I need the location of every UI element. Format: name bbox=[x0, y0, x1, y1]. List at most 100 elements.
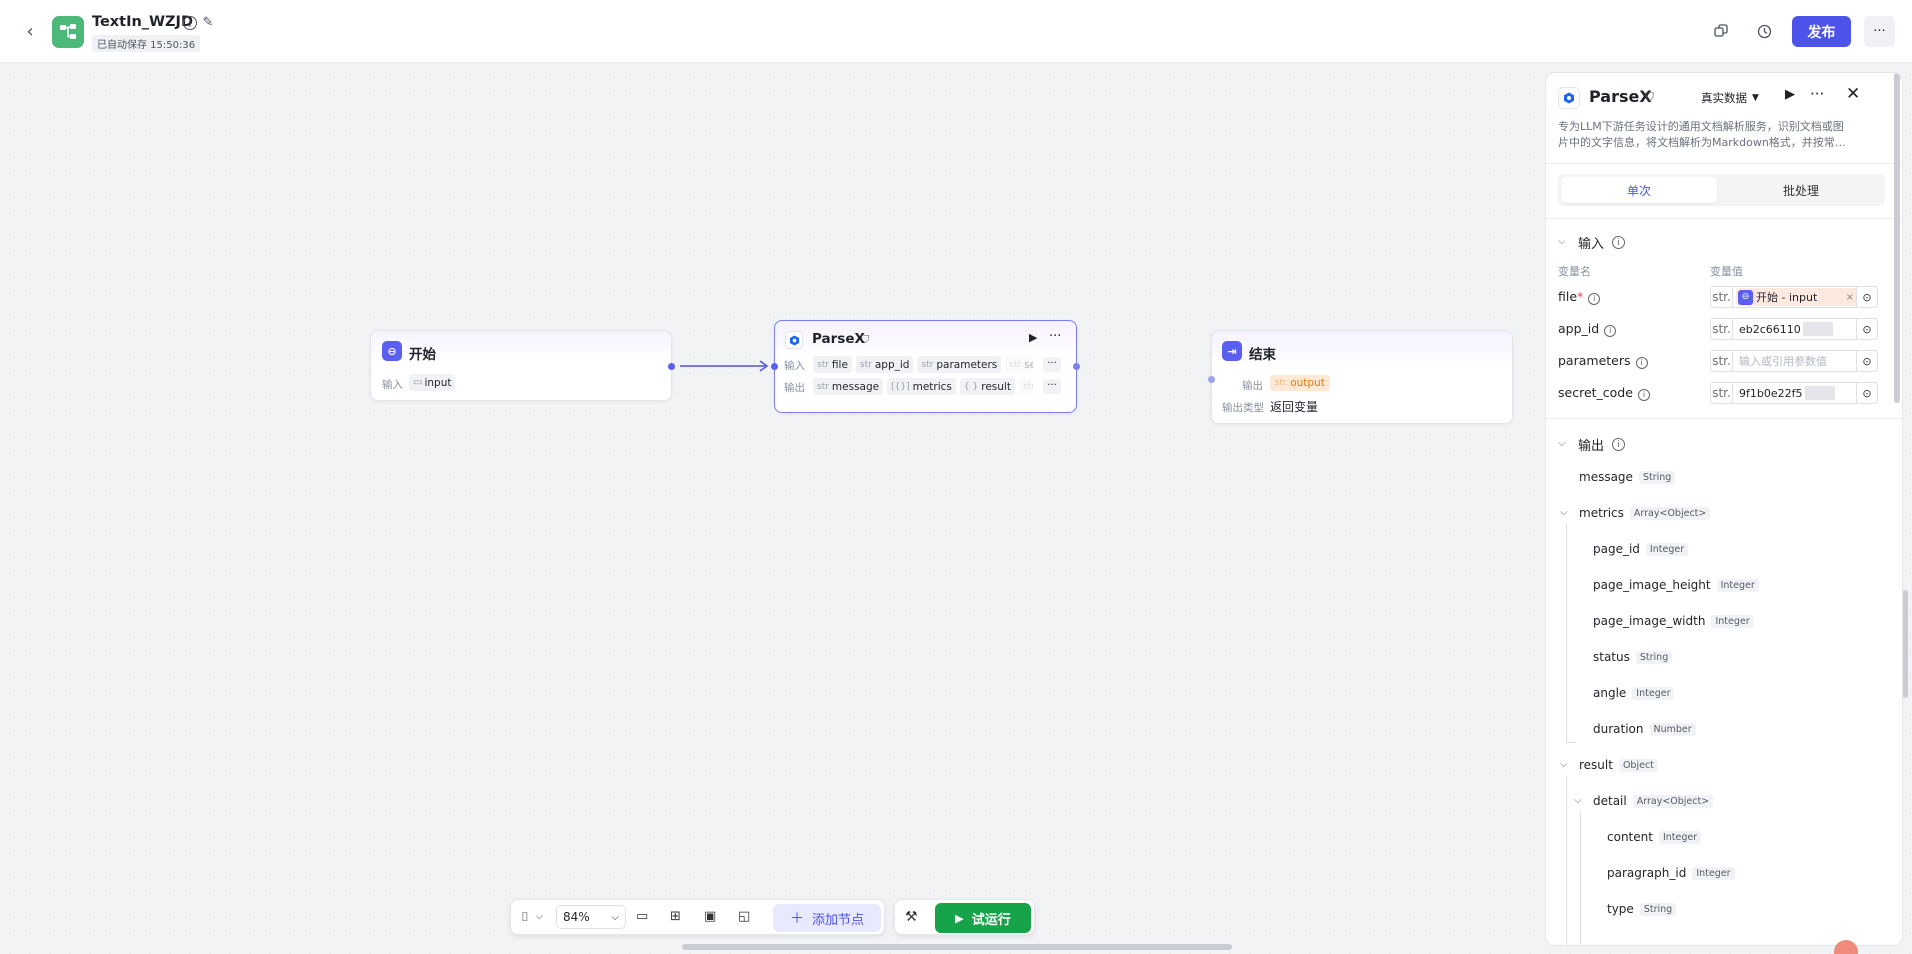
panel-run-icon[interactable]: ▶ bbox=[1785, 87, 1795, 102]
secret-code-value-field[interactable]: str. 9f1b0e22f5 ⊙ bbox=[1710, 382, 1878, 404]
output-tag-ve: strve bbox=[1018, 378, 1033, 395]
input-tag-app-id: str app_id bbox=[855, 356, 914, 373]
input-row-secret-code: secret_code i str. 9f1b0e22f5 ⊙ bbox=[1546, 382, 1902, 404]
output-tag-message: str message bbox=[813, 378, 884, 395]
panel-scrollbar[interactable] bbox=[1894, 73, 1900, 403]
parameters-ref-picker-icon[interactable]: ⊙ bbox=[1856, 350, 1878, 372]
input-row-app-id: app_id i str. eb2c66110 ⊙ bbox=[1546, 318, 1902, 340]
panel-more-icon[interactable]: ··· bbox=[1810, 85, 1824, 103]
output-page-image-height: page_image_height Integer bbox=[1593, 578, 1759, 592]
file-info-icon[interactable]: i bbox=[1588, 293, 1601, 305]
trial-run-button[interactable]: ▶ 试运行 bbox=[935, 903, 1031, 933]
parsex-node-icon bbox=[785, 331, 803, 349]
end-input-handle[interactable] bbox=[1208, 376, 1215, 383]
start-input-label: 输入 bbox=[382, 379, 403, 391]
clear-ref-icon[interactable]: × bbox=[1846, 292, 1854, 303]
node-config-panel: ParseX ⛉ 真实数据 ▼ ▶ ··· ✕ 专为LLM下游任务设计的通用文档解… bbox=[1545, 72, 1903, 946]
zoom-select[interactable]: 84% ⌵ bbox=[556, 905, 626, 929]
masked-value bbox=[1802, 322, 1833, 336]
parsex-output-handle[interactable] bbox=[1073, 363, 1080, 370]
data-mode-select[interactable]: 真实数据 ▼ bbox=[1701, 90, 1759, 106]
run-mode-tabs: 单次 批处理 bbox=[1558, 174, 1885, 206]
parsex-output-label: 输出 bbox=[784, 382, 805, 394]
metrics-chevron-icon[interactable]: ⌵ bbox=[1560, 507, 1568, 518]
input-tag-parameters: str parameters bbox=[917, 356, 1002, 373]
output-page-image-width: page_image_width Integer bbox=[1593, 614, 1754, 628]
col-var-value: 变量值 bbox=[1710, 265, 1743, 278]
tab-single[interactable]: 单次 bbox=[1561, 177, 1717, 203]
app-id-ref-picker-icon[interactable]: ⊙ bbox=[1856, 318, 1878, 340]
col-var-name: 变量名 bbox=[1558, 265, 1591, 278]
input-info-icon[interactable]: i bbox=[1612, 236, 1625, 249]
output-result: result Object bbox=[1579, 758, 1658, 772]
output-detail: detail Array<Object> bbox=[1593, 794, 1714, 808]
panel-description: 专为LLM下游任务设计的通用文档解析服务，识别文档或图 片中的文字信息，将文档解… bbox=[1558, 120, 1846, 149]
parsex-input-tags: strfile strapp_id strparameters strsec bbox=[813, 356, 1033, 373]
back-arrow-icon[interactable]: ‹ bbox=[20, 20, 40, 42]
mouse-mode-caret-icon[interactable]: ⌵ bbox=[536, 912, 543, 922]
app-id-value-field[interactable]: str. eb2c66110 ⊙ bbox=[1710, 318, 1878, 340]
comment-icon[interactable]: ▭ bbox=[636, 909, 648, 924]
mouse-mode-icon[interactable]: ⌷ bbox=[521, 910, 529, 925]
file-ref-picker-icon[interactable]: ⊙ bbox=[1856, 286, 1878, 308]
parameters-info-icon[interactable]: i bbox=[1635, 357, 1648, 369]
output-type: type String bbox=[1607, 902, 1677, 916]
autosave-status: 已自动保存 15:50:36 bbox=[92, 35, 201, 52]
output-section-title: 输出 bbox=[1578, 439, 1605, 454]
add-node-button[interactable]: ＋添加节点 bbox=[773, 904, 881, 932]
node-more-icon[interactable]: ··· bbox=[1049, 329, 1061, 344]
output-status: status String bbox=[1593, 650, 1673, 664]
result-chevron-icon[interactable]: ⌵ bbox=[1560, 759, 1568, 770]
more-button[interactable]: ··· bbox=[1864, 16, 1895, 47]
input-section-chevron-icon[interactable]: ⌵ bbox=[1558, 236, 1566, 247]
parameters-value-field[interactable]: str. 输入或引用参数值 ⊙ bbox=[1710, 350, 1878, 372]
play-icon: ▶ bbox=[955, 911, 964, 925]
start-output-handle[interactable] bbox=[668, 363, 675, 370]
start-node[interactable]: ⊖ 开始 输入 ▭ input bbox=[370, 330, 675, 401]
run-node-icon[interactable]: ▶ bbox=[1029, 331, 1037, 344]
info-icon[interactable]: i bbox=[183, 16, 197, 30]
tab-batch[interactable]: 批处理 bbox=[1723, 177, 1879, 203]
image-icon[interactable]: ▣ bbox=[704, 909, 716, 924]
app-title: TextIn_WZJD bbox=[92, 14, 193, 30]
layout-icon[interactable]: ⊞ bbox=[670, 909, 681, 924]
output-tag-metrics: [{}] metrics bbox=[887, 378, 956, 395]
output-page-id: page_id Integer bbox=[1593, 542, 1689, 556]
secret-info-icon[interactable]: i bbox=[1637, 389, 1650, 401]
file-value-field[interactable]: str. ⊖ 开始 - input × ⊙ bbox=[1710, 286, 1878, 308]
page-scrollbar[interactable] bbox=[1903, 590, 1908, 698]
input-name-app-id: app_id bbox=[1558, 321, 1600, 336]
input-name-secret-code: secret_code bbox=[1558, 385, 1633, 400]
edit-icon[interactable]: ✎ bbox=[200, 14, 216, 30]
output-info-icon[interactable]: i bbox=[1612, 438, 1625, 451]
minimap-icon[interactable]: ◱ bbox=[738, 909, 750, 924]
input-more-icon[interactable]: ··· bbox=[1043, 357, 1061, 372]
caret-down-icon: ▼ bbox=[1752, 93, 1759, 103]
panel-title: ParseX bbox=[1589, 87, 1652, 106]
detail-chevron-icon[interactable]: ⌵ bbox=[1574, 795, 1582, 806]
output-message: message String bbox=[1579, 470, 1676, 484]
output-more-icon[interactable]: ··· bbox=[1043, 379, 1061, 394]
input-name-file: file bbox=[1558, 289, 1578, 304]
parsex-node-title: ParseX bbox=[812, 331, 865, 347]
secret-ref-picker-icon[interactable]: ⊙ bbox=[1856, 382, 1878, 404]
end-node[interactable]: ⇥ 结束 输出 str. output 输出类型 返回变量 bbox=[1208, 330, 1513, 424]
panel-close-icon[interactable]: ✕ bbox=[1846, 84, 1860, 104]
plugin-badge-icon: ⛉ bbox=[861, 333, 870, 346]
debug-tool-icon[interactable]: ⚒ bbox=[905, 909, 918, 925]
output-duration: duration Number bbox=[1593, 722, 1696, 736]
folder-icon: ▭ bbox=[413, 377, 423, 388]
edge-start-parsex bbox=[680, 360, 769, 372]
input-row-file: file* i str. ⊖ 开始 - input × ⊙ bbox=[1546, 286, 1902, 308]
parsex-input-handle[interactable] bbox=[771, 363, 778, 370]
horizontal-scrollbar[interactable] bbox=[682, 944, 1232, 950]
start-input-tag: ▭ input bbox=[409, 374, 456, 391]
history-icon[interactable] bbox=[1753, 20, 1775, 42]
parsex-node[interactable]: ParseX ⛉ ▶ ··· 输入 str file str app_id str p… bbox=[771, 320, 1080, 413]
input-tag-file: str file bbox=[813, 356, 852, 373]
input-row-parameters: parameters i str. 输入或引用参数值 ⊙ bbox=[1546, 350, 1902, 372]
app-id-info-icon[interactable]: i bbox=[1604, 325, 1617, 337]
output-section-chevron-icon[interactable]: ⌵ bbox=[1558, 438, 1566, 449]
publish-button[interactable]: 发布 bbox=[1792, 16, 1851, 47]
copy-icon[interactable] bbox=[1710, 20, 1732, 42]
